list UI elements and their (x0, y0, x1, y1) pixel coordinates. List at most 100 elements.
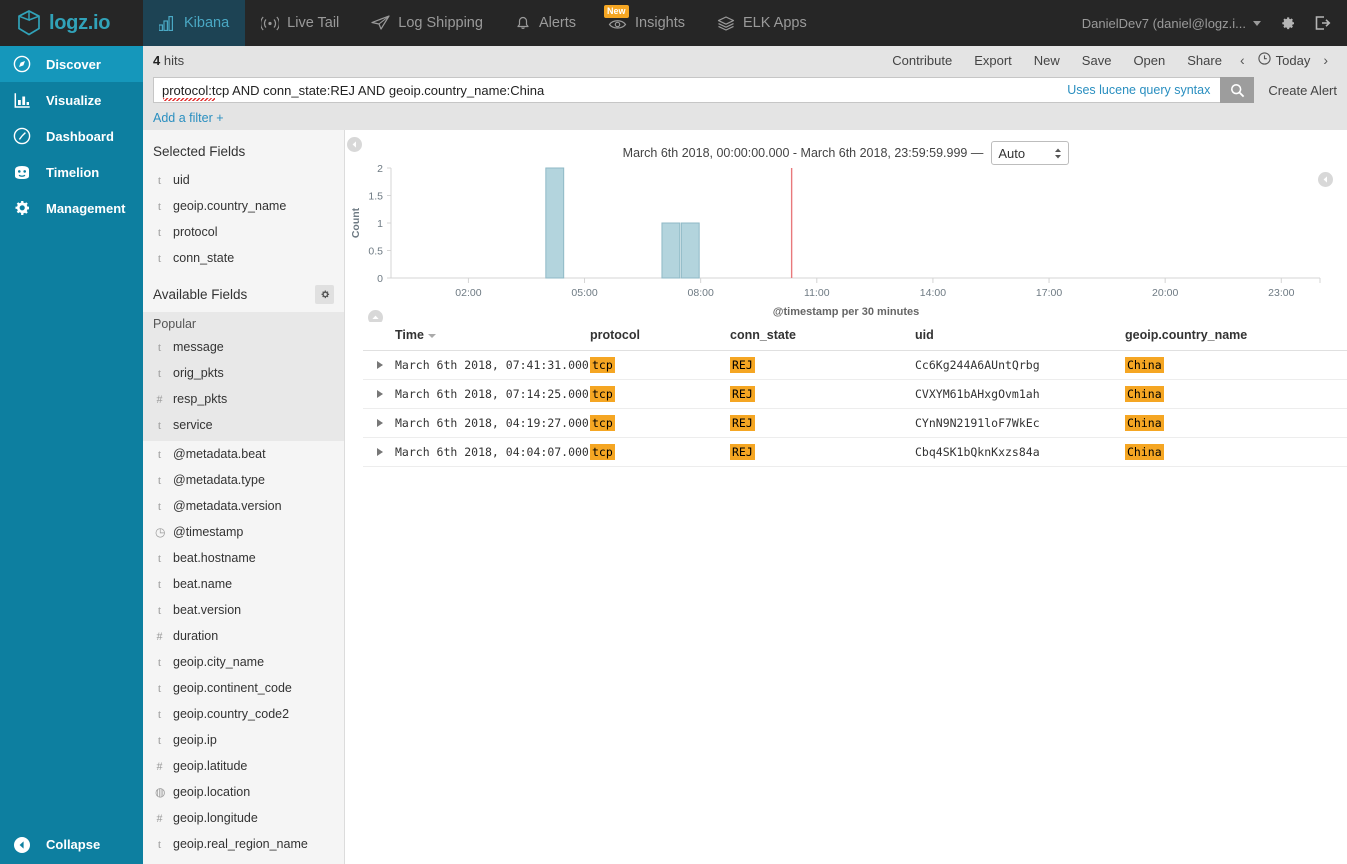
field-item-metadata-beat[interactable]: t @metadata.beat (143, 441, 344, 467)
expand-row-icon[interactable] (377, 419, 383, 427)
x-tick-label: 02:00 (455, 287, 481, 299)
table-row[interactable]: March 6th 2018, 07:14:25.000 tcp REJ CVXYM6… (363, 379, 1347, 409)
topnav-item-elk-apps[interactable]: ELK Apps (701, 0, 823, 46)
table-row[interactable]: March 6th 2018, 04:04:07.000 tcp REJ Cbq4SK… (363, 437, 1347, 467)
row-expand-cell[interactable] (363, 379, 395, 409)
field-type-icon: t (157, 172, 162, 187)
bar-chart-icon (12, 92, 32, 109)
field-label: service (173, 418, 213, 432)
expand-row-icon[interactable] (377, 448, 383, 456)
row-expand-cell[interactable] (363, 350, 395, 380)
field-type-icon: # (156, 628, 163, 643)
gear-icon (12, 199, 32, 217)
save-button[interactable]: Save (1071, 53, 1123, 68)
cell-time: March 6th 2018, 07:41:31.000 (395, 350, 590, 380)
field-label: beat.version (173, 603, 242, 617)
prev-time-button[interactable]: ‹ (1233, 52, 1252, 68)
user-menu[interactable]: DanielDev7 (daniel@logz.i... (1082, 16, 1261, 31)
sidebar-item-timelion[interactable]: Timelion (0, 154, 143, 190)
open-button[interactable]: Open (1122, 53, 1176, 68)
sidebar-item-visualize[interactable]: Visualize (0, 82, 143, 118)
filter-row: Add a filter + (143, 106, 1347, 130)
column-header-geoip-country-name[interactable]: geoip.country_name (1125, 322, 1347, 351)
table-row[interactable]: March 6th 2018, 04:19:27.000 tcp REJ CYnN9N… (363, 408, 1347, 438)
field-label: geoip.real_region_name (173, 837, 308, 851)
sidebar-item-dashboard[interactable]: Dashboard (0, 118, 143, 154)
field-label: geoip.longitude (173, 811, 258, 825)
field-item-beat-version[interactable]: t beat.version (143, 597, 344, 623)
table-row[interactable]: March 6th 2018, 07:41:31.000 tcp REJ Cc6Kg2… (363, 350, 1347, 380)
topnav-item-insights[interactable]: New Insights (592, 0, 701, 46)
field-item-geoip-latitude[interactable]: # geoip.latitude (143, 753, 344, 779)
topnav-item-log-shipping[interactable]: Log Shipping (355, 0, 499, 46)
expand-row-icon[interactable] (377, 361, 383, 369)
field-item-service[interactable]: t service (143, 412, 344, 438)
column-header-uid[interactable]: uid (915, 322, 1125, 351)
sidebar-collapse-button[interactable]: Collapse (0, 825, 143, 864)
row-expand-cell[interactable] (363, 408, 395, 438)
field-item-timestamp[interactable]: ◷ @timestamp (143, 519, 344, 545)
field-item-uid[interactable]: t uid (143, 167, 344, 193)
export-button[interactable]: Export (963, 53, 1023, 68)
field-item-geoip-ip[interactable]: t geoip.ip (143, 727, 344, 753)
column-header-conn-state[interactable]: conn_state (730, 322, 915, 351)
topnav-item-kibana[interactable]: Kibana (143, 0, 246, 46)
topnav-item-alerts[interactable]: Alerts (499, 0, 592, 46)
histogram-bar (680, 222, 700, 279)
field-label: conn_state (173, 251, 235, 265)
row-expand-cell[interactable] (363, 437, 395, 467)
new-button[interactable]: New (1023, 53, 1071, 68)
field-item-metadata-version[interactable]: t @metadata.version (143, 493, 344, 519)
cell-conn-state: REJ (730, 437, 915, 467)
logo[interactable]: logz.io (0, 0, 143, 46)
cell-uid: Cc6Kg244A6AUntQrbg (915, 350, 1125, 380)
field-item-geoip-country-code2[interactable]: t geoip.country_code2 (143, 701, 344, 727)
sidebar-item-discover[interactable]: Discover (0, 46, 143, 82)
field-item-geoip-city-name[interactable]: t geoip.city_name (143, 649, 344, 675)
field-item-geoip-longitude[interactable]: # geoip.longitude (143, 805, 344, 831)
contribute-button[interactable]: Contribute (881, 53, 963, 68)
layers-icon (717, 15, 735, 31)
field-item-metadata-type[interactable]: t @metadata.type (143, 467, 344, 493)
broadcast-icon (261, 16, 280, 31)
expand-row-icon[interactable] (377, 390, 383, 398)
time-picker-button[interactable]: Today (1252, 52, 1317, 68)
share-button[interactable]: Share (1176, 53, 1233, 68)
column-header-protocol[interactable]: protocol (590, 322, 730, 351)
cell-time: March 6th 2018, 04:04:07.000 (395, 437, 590, 467)
lucene-syntax-hint[interactable]: Uses lucene query syntax (1057, 83, 1220, 97)
field-item-geoip-continent-code[interactable]: t geoip.continent_code (143, 675, 344, 701)
gear-icon[interactable] (315, 285, 334, 304)
create-alert-button[interactable]: Create Alert (1254, 83, 1337, 98)
field-item-protocol[interactable]: t protocol (143, 219, 344, 245)
field-item-message[interactable]: t message (143, 334, 344, 360)
topnav-item-live-tail[interactable]: Live Tail (245, 0, 355, 46)
field-item-duration[interactable]: # duration (143, 623, 344, 649)
logout-icon[interactable] (1314, 15, 1331, 31)
popular-fields-group: Popular t message t orig_pkts # resp_pkt… (143, 312, 344, 441)
field-item-geoip-location[interactable]: ◍ geoip.location (143, 779, 344, 805)
chart-x-axis-label: @timestamp per 30 minutes (772, 306, 920, 318)
new-badge: New (604, 5, 629, 18)
field-item-orig-pkts[interactable]: t orig_pkts (143, 360, 344, 386)
field-item-conn-state[interactable]: t conn_state (143, 245, 344, 271)
search-button[interactable] (1220, 77, 1255, 103)
histogram-chart[interactable]: 0 0.5 1 1.5 2 Count 02:00 05:00 08:00 11:00 14:00 1… (345, 160, 1347, 310)
sidebar-item-management[interactable]: Management (0, 190, 143, 226)
field-item-resp-pkts[interactable]: # resp_pkts (143, 386, 344, 412)
search-input-wrapper[interactable]: protocol:tcp AND conn_state:REJ AND geoi… (153, 77, 1255, 103)
next-time-button[interactable]: › (1316, 52, 1335, 68)
add-filter-button[interactable]: Add a filter + (153, 111, 224, 125)
column-header-time[interactable]: Time (395, 322, 590, 351)
field-type-icon: t (157, 365, 162, 380)
search-input[interactable]: protocol:tcp AND conn_state:REJ AND geoi… (154, 83, 1057, 98)
field-item-beat-hostname[interactable]: t beat.hostname (143, 545, 344, 571)
topnav-label-insights: Insights (635, 15, 686, 31)
field-item-geoip-real-region-name[interactable]: t geoip.real_region_name (143, 831, 344, 857)
x-tick-label: 23:00 (1268, 287, 1294, 299)
field-item-beat-name[interactable]: t beat.name (143, 571, 344, 597)
field-item-geoip-country-name[interactable]: t geoip.country_name (143, 193, 344, 219)
compass-icon (12, 55, 32, 73)
cell-conn-state: REJ (730, 379, 915, 409)
gear-icon[interactable] (1279, 15, 1296, 32)
